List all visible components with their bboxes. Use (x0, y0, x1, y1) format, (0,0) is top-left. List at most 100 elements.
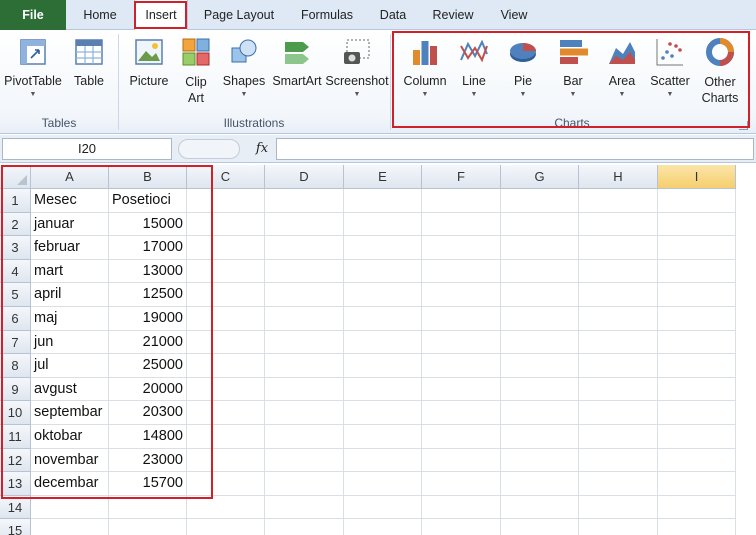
cell-b3[interactable]: 17000 (109, 236, 187, 260)
cell-g13[interactable] (501, 472, 579, 496)
cell-c2[interactable] (187, 212, 265, 237)
cell-h14[interactable] (579, 495, 658, 520)
cell-f11[interactable] (422, 425, 501, 449)
column-header-b[interactable]: B (109, 165, 187, 189)
cell-e7[interactable] (344, 330, 422, 355)
cell-b12[interactable]: 23000 (109, 448, 187, 473)
cell-d9[interactable] (265, 377, 344, 402)
cell-b6[interactable]: 19000 (109, 307, 187, 331)
cell-b7[interactable]: 21000 (109, 330, 187, 355)
cell-a6[interactable]: maj (31, 307, 109, 331)
cell-e2[interactable] (344, 212, 422, 237)
row-header-3[interactable]: 3 (0, 236, 31, 260)
cell-c7[interactable] (187, 330, 265, 355)
cell-i3[interactable] (658, 236, 736, 260)
cell-d5[interactable] (265, 283, 344, 307)
cell-b8[interactable]: 25000 (109, 354, 187, 378)
column-header-h[interactable]: H (579, 165, 658, 189)
cell-b5[interactable]: 12500 (109, 283, 187, 307)
cell-f13[interactable] (422, 472, 501, 496)
cell-f4[interactable] (422, 259, 501, 284)
column-chart-button[interactable]: Column ▼ (398, 36, 452, 98)
cell-b2[interactable]: 15000 (109, 212, 187, 237)
insert-function-icon[interactable]: fx (252, 139, 272, 159)
row-header-12[interactable]: 12 (0, 448, 31, 473)
cell-c13[interactable] (187, 472, 265, 496)
cell-d11[interactable] (265, 425, 344, 449)
tab-page-layout[interactable]: Page Layout (196, 0, 282, 30)
row-header-5[interactable]: 5 (0, 283, 31, 307)
cell-a15[interactable] (31, 519, 109, 535)
charts-dialog-launcher-icon[interactable] (739, 121, 748, 130)
cell-c6[interactable] (187, 307, 265, 331)
cell-e10[interactable] (344, 401, 422, 425)
cell-a1[interactable]: Mesec (31, 189, 109, 213)
cell-e11[interactable] (344, 425, 422, 449)
cell-i4[interactable] (658, 259, 736, 284)
cell-h5[interactable] (579, 283, 658, 307)
cell-e1[interactable] (344, 189, 422, 213)
cell-g6[interactable] (501, 307, 579, 331)
cell-e4[interactable] (344, 259, 422, 284)
tab-file[interactable]: File (0, 0, 66, 30)
tab-view[interactable]: View (492, 0, 536, 30)
cell-c15[interactable] (187, 519, 265, 535)
select-all-corner[interactable] (0, 165, 31, 189)
cell-b9[interactable]: 20000 (109, 377, 187, 402)
cell-g14[interactable] (501, 495, 579, 520)
cell-i7[interactable] (658, 330, 736, 355)
row-header-6[interactable]: 6 (0, 307, 31, 331)
cell-d10[interactable] (265, 401, 344, 425)
cell-g3[interactable] (501, 236, 579, 260)
name-box[interactable]: I20 (2, 138, 172, 160)
row-header-15[interactable]: 15 (0, 519, 31, 535)
row-header-11[interactable]: 11 (0, 425, 31, 449)
cell-f3[interactable] (422, 236, 501, 260)
cell-a13[interactable]: decembar (31, 472, 109, 496)
cell-e5[interactable] (344, 283, 422, 307)
cell-e3[interactable] (344, 236, 422, 260)
formula-input[interactable] (276, 138, 754, 160)
cell-c12[interactable] (187, 448, 265, 473)
cell-g8[interactable] (501, 354, 579, 378)
column-header-a[interactable]: A (31, 165, 109, 189)
cell-g7[interactable] (501, 330, 579, 355)
tab-review[interactable]: Review (424, 0, 482, 30)
cell-f2[interactable] (422, 212, 501, 237)
tab-formulas[interactable]: Formulas (292, 0, 362, 30)
cell-d4[interactable] (265, 259, 344, 284)
column-header-g[interactable]: G (501, 165, 579, 189)
cell-d8[interactable] (265, 354, 344, 378)
cell-a3[interactable]: februar (31, 236, 109, 260)
tab-data[interactable]: Data (372, 0, 414, 30)
cell-h2[interactable] (579, 212, 658, 237)
cell-b1[interactable]: Posetioci (109, 189, 187, 213)
cell-g9[interactable] (501, 377, 579, 402)
shapes-button[interactable]: Shapes ▼ (219, 36, 269, 98)
row-header-7[interactable]: 7 (0, 330, 31, 355)
cell-f6[interactable] (422, 307, 501, 331)
cell-i5[interactable] (658, 283, 736, 307)
cell-g15[interactable] (501, 519, 579, 535)
cell-g10[interactable] (501, 401, 579, 425)
cell-e14[interactable] (344, 495, 422, 520)
row-header-8[interactable]: 8 (0, 354, 31, 378)
cell-e8[interactable] (344, 354, 422, 378)
cell-d1[interactable] (265, 189, 344, 213)
cell-h6[interactable] (579, 307, 658, 331)
cell-f7[interactable] (422, 330, 501, 355)
column-header-d[interactable]: D (265, 165, 344, 189)
cell-b15[interactable] (109, 519, 187, 535)
row-header-2[interactable]: 2 (0, 212, 31, 237)
cell-d12[interactable] (265, 448, 344, 473)
pie-chart-button[interactable]: Pie ▼ (502, 36, 544, 98)
table-button[interactable]: Table (66, 36, 112, 89)
cell-a8[interactable]: jul (31, 354, 109, 378)
cell-h4[interactable] (579, 259, 658, 284)
cell-b11[interactable]: 14800 (109, 425, 187, 449)
row-header-14[interactable]: 14 (0, 495, 31, 520)
cell-a4[interactable]: mart (31, 259, 109, 284)
clipart-button[interactable]: Clip Art (177, 36, 215, 106)
cell-b10[interactable]: 20300 (109, 401, 187, 425)
cell-d3[interactable] (265, 236, 344, 260)
